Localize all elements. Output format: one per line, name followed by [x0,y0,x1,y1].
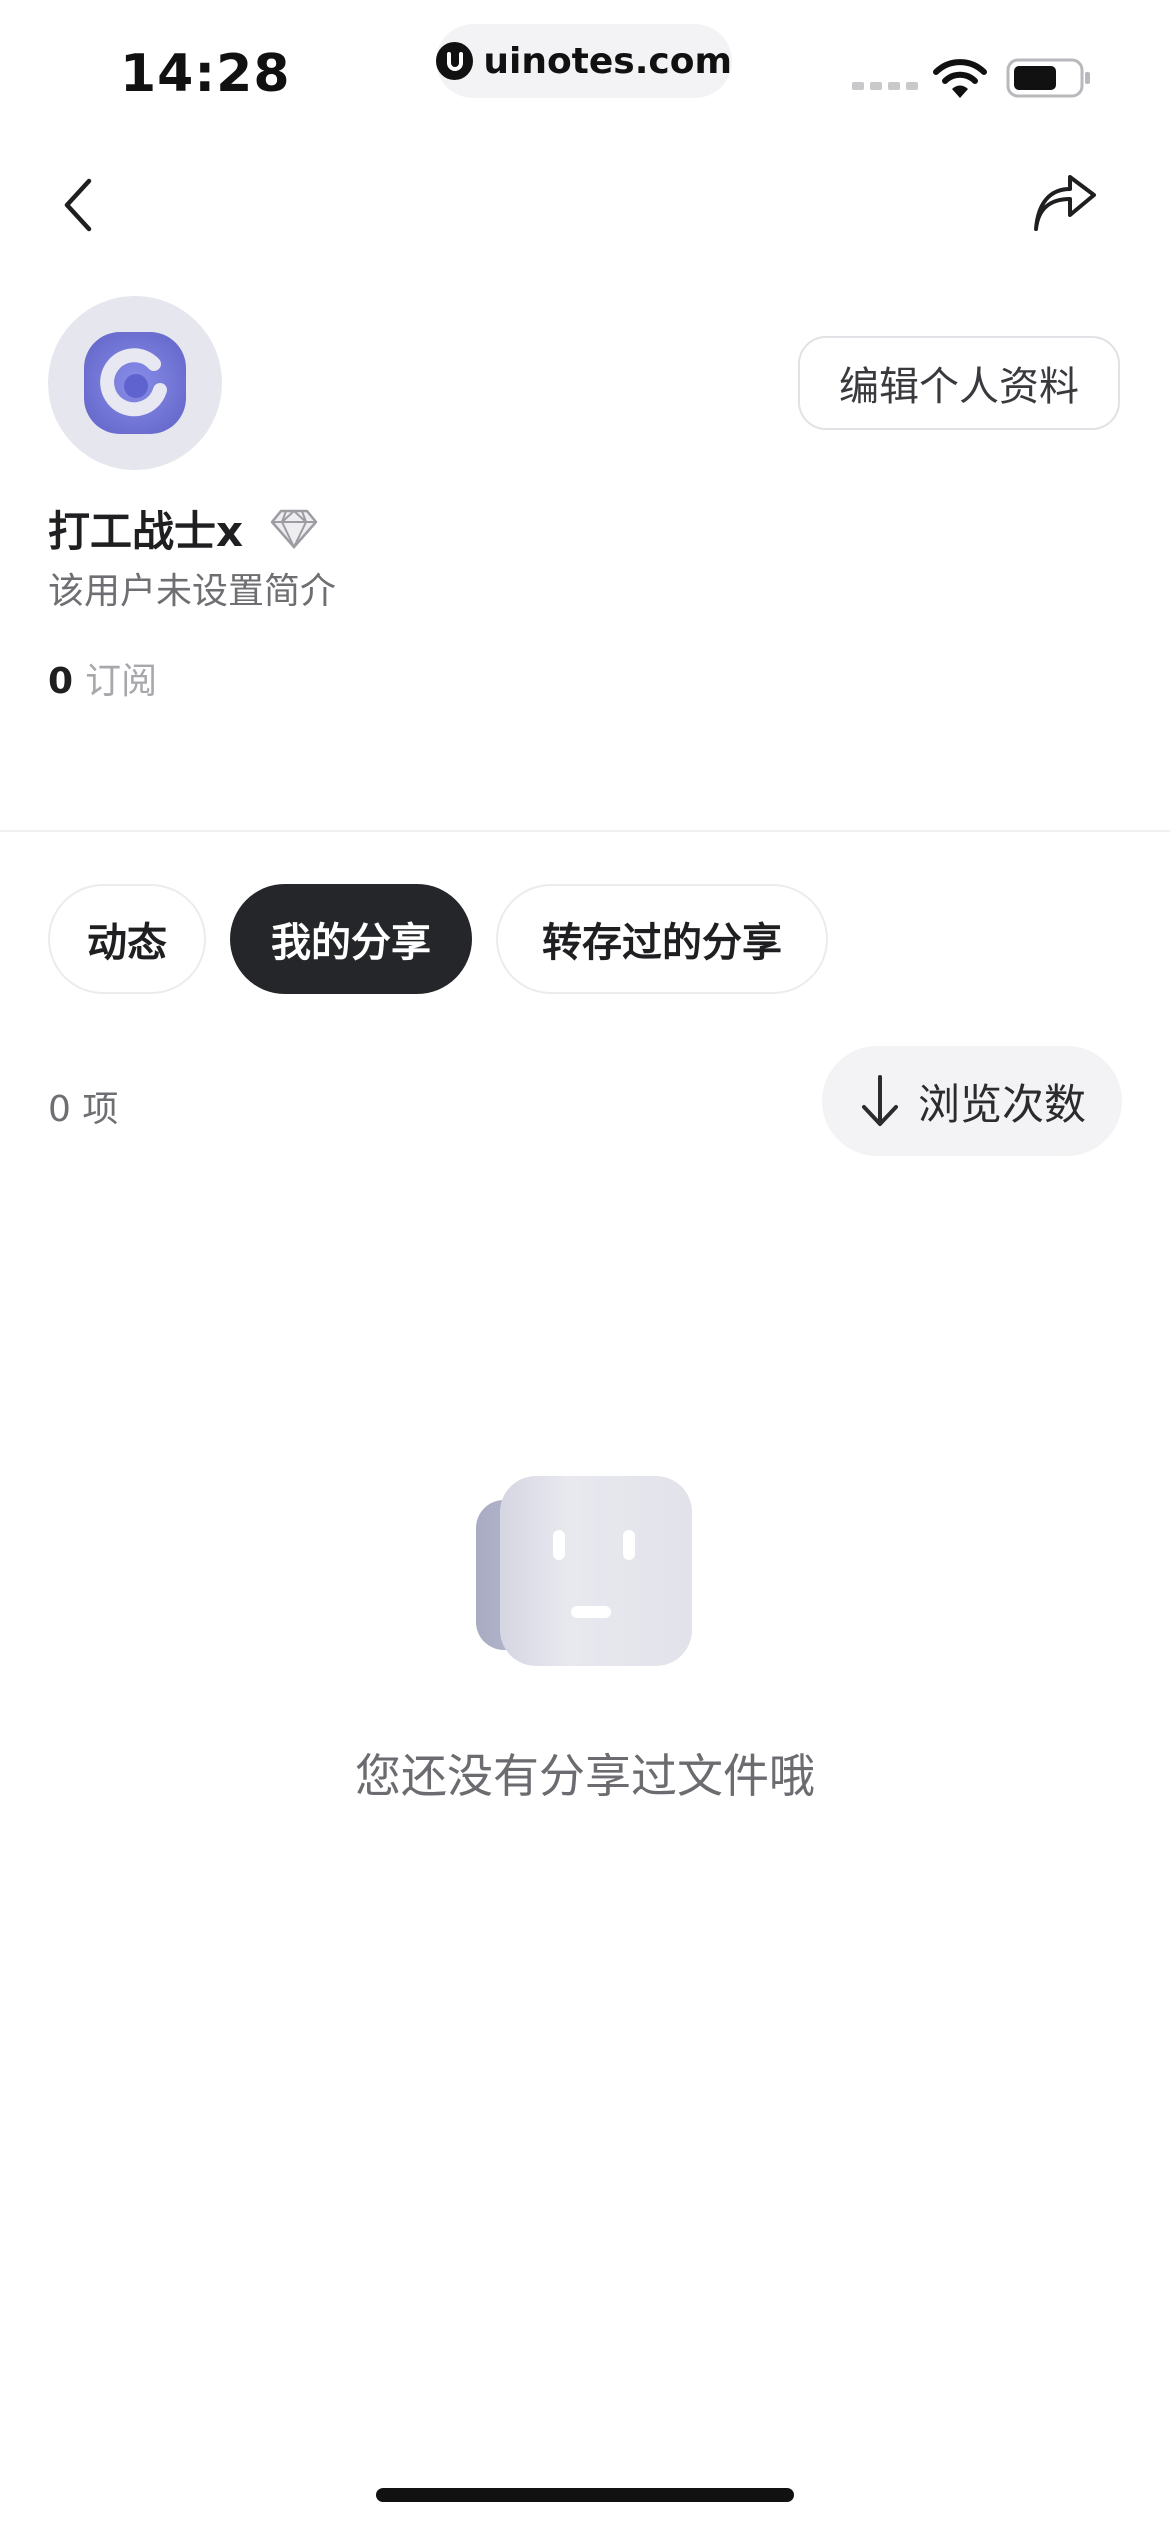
tab-saved-shares[interactable]: 转存过的分享 [496,884,828,994]
chevron-left-icon [64,178,92,232]
url-text: uinotes.com [483,40,732,82]
sort-label: 浏览次数 [917,1079,1086,1129]
status-time: 14:28 [120,44,291,104]
sort-button[interactable]: 浏览次数 [822,1046,1122,1156]
bio-text: 该用户未设置简介 [48,571,337,612]
subscriptions[interactable]: 0 订阅 [48,652,157,704]
empty-box-face-icon [476,1476,692,1666]
tab-activity[interactable]: 动态 [48,884,206,994]
share-button[interactable] [1020,160,1110,250]
share-arrow-icon [1034,175,1096,231]
cellular-signal-icon [852,82,918,90]
item-count: 0 项 [48,1089,119,1130]
username-row: 打工战士x [48,498,319,559]
url-pill[interactable]: uinotes.com [436,24,732,98]
avatar-logo-icon [84,332,186,434]
battery-icon [1006,58,1090,98]
edit-profile-button[interactable]: 编辑个人资料 [798,336,1120,430]
username: 打工战士x [48,507,244,556]
site-logo-icon [436,42,474,80]
subscriptions-label: 订阅 [85,661,158,702]
back-button[interactable] [34,160,124,250]
subscriptions-count: 0 [48,661,74,702]
divider [0,830,1170,832]
avatar[interactable] [48,296,222,470]
empty-state-message: 您还没有分享过文件哦 [355,1749,815,1803]
wifi-icon [933,59,987,98]
tab-my-shares[interactable]: 我的分享 [230,884,472,994]
arrow-down-icon [861,1075,898,1126]
home-indicator[interactable] [376,2488,794,2502]
diamond-icon[interactable] [269,508,319,550]
